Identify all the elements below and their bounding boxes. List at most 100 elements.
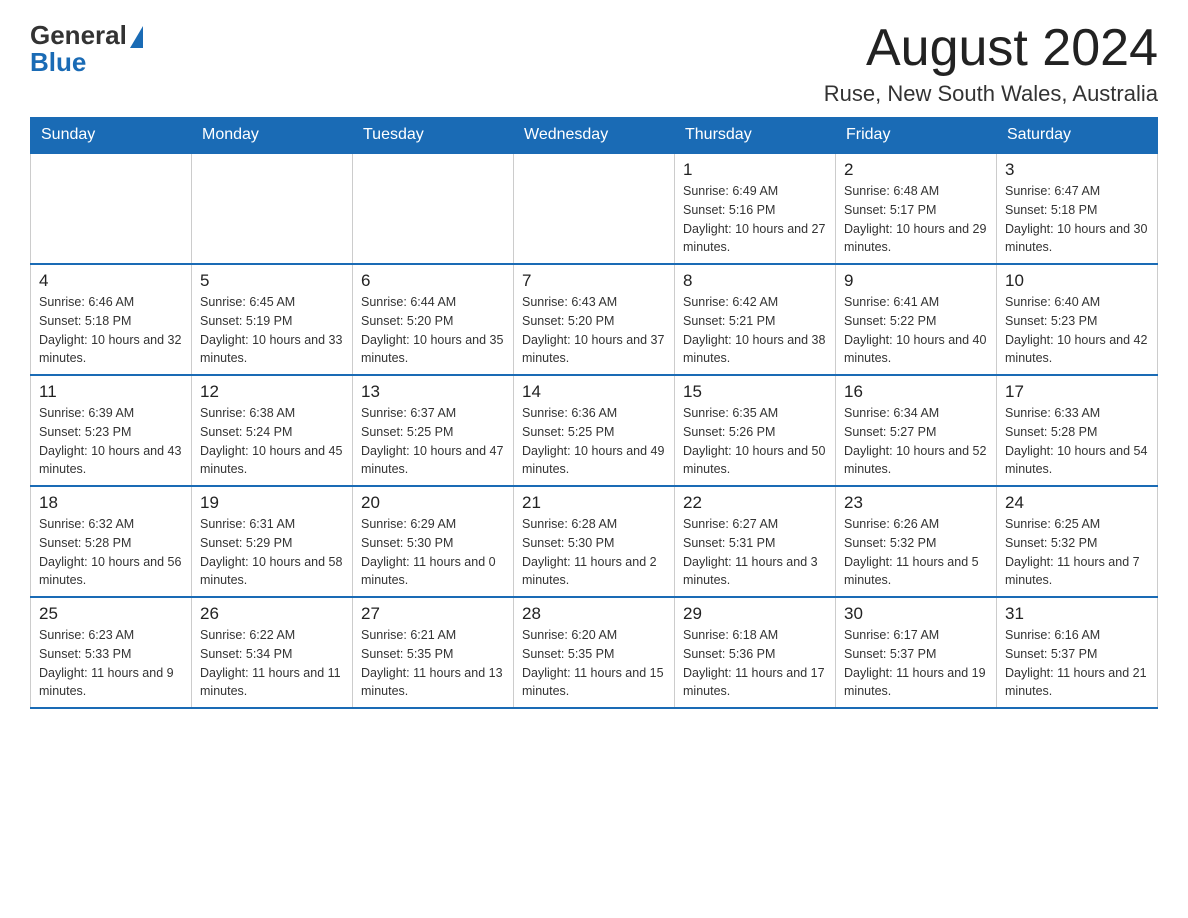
day-number: 21: [522, 493, 666, 513]
day-number: 15: [683, 382, 827, 402]
day-info: Sunrise: 6:49 AMSunset: 5:16 PMDaylight:…: [683, 182, 827, 257]
calendar-cell: 24Sunrise: 6:25 AMSunset: 5:32 PMDayligh…: [997, 486, 1158, 597]
calendar-header-row: Sunday Monday Tuesday Wednesday Thursday…: [31, 118, 1158, 154]
calendar-table: Sunday Monday Tuesday Wednesday Thursday…: [30, 117, 1158, 709]
day-number: 27: [361, 604, 505, 624]
day-info: Sunrise: 6:18 AMSunset: 5:36 PMDaylight:…: [683, 626, 827, 701]
calendar-cell: 10Sunrise: 6:40 AMSunset: 5:23 PMDayligh…: [997, 264, 1158, 375]
calendar-cell: 13Sunrise: 6:37 AMSunset: 5:25 PMDayligh…: [353, 375, 514, 486]
day-number: 20: [361, 493, 505, 513]
main-title: August 2024: [824, 20, 1158, 77]
calendar-cell: 30Sunrise: 6:17 AMSunset: 5:37 PMDayligh…: [836, 597, 997, 708]
day-number: 31: [1005, 604, 1149, 624]
day-info: Sunrise: 6:46 AMSunset: 5:18 PMDaylight:…: [39, 293, 183, 368]
day-info: Sunrise: 6:33 AMSunset: 5:28 PMDaylight:…: [1005, 404, 1149, 479]
day-info: Sunrise: 6:28 AMSunset: 5:30 PMDaylight:…: [522, 515, 666, 590]
day-number: 12: [200, 382, 344, 402]
calendar-cell: 29Sunrise: 6:18 AMSunset: 5:36 PMDayligh…: [675, 597, 836, 708]
subtitle: Ruse, New South Wales, Australia: [824, 81, 1158, 107]
day-number: 17: [1005, 382, 1149, 402]
day-number: 8: [683, 271, 827, 291]
calendar-cell: 3Sunrise: 6:47 AMSunset: 5:18 PMDaylight…: [997, 153, 1158, 264]
calendar-cell: 4Sunrise: 6:46 AMSunset: 5:18 PMDaylight…: [31, 264, 192, 375]
day-info: Sunrise: 6:16 AMSunset: 5:37 PMDaylight:…: [1005, 626, 1149, 701]
day-info: Sunrise: 6:43 AMSunset: 5:20 PMDaylight:…: [522, 293, 666, 368]
col-wednesday: Wednesday: [514, 118, 675, 154]
day-number: 7: [522, 271, 666, 291]
day-info: Sunrise: 6:47 AMSunset: 5:18 PMDaylight:…: [1005, 182, 1149, 257]
day-number: 13: [361, 382, 505, 402]
calendar-cell: 9Sunrise: 6:41 AMSunset: 5:22 PMDaylight…: [836, 264, 997, 375]
calendar-cell: 25Sunrise: 6:23 AMSunset: 5:33 PMDayligh…: [31, 597, 192, 708]
day-info: Sunrise: 6:20 AMSunset: 5:35 PMDaylight:…: [522, 626, 666, 701]
calendar-cell: [192, 153, 353, 264]
day-info: Sunrise: 6:26 AMSunset: 5:32 PMDaylight:…: [844, 515, 988, 590]
day-info: Sunrise: 6:27 AMSunset: 5:31 PMDaylight:…: [683, 515, 827, 590]
day-info: Sunrise: 6:34 AMSunset: 5:27 PMDaylight:…: [844, 404, 988, 479]
calendar-cell: 27Sunrise: 6:21 AMSunset: 5:35 PMDayligh…: [353, 597, 514, 708]
day-info: Sunrise: 6:37 AMSunset: 5:25 PMDaylight:…: [361, 404, 505, 479]
day-info: Sunrise: 6:41 AMSunset: 5:22 PMDaylight:…: [844, 293, 988, 368]
calendar-cell: 7Sunrise: 6:43 AMSunset: 5:20 PMDaylight…: [514, 264, 675, 375]
day-number: 9: [844, 271, 988, 291]
calendar-cell: 22Sunrise: 6:27 AMSunset: 5:31 PMDayligh…: [675, 486, 836, 597]
col-friday: Friday: [836, 118, 997, 154]
day-info: Sunrise: 6:42 AMSunset: 5:21 PMDaylight:…: [683, 293, 827, 368]
day-number: 6: [361, 271, 505, 291]
day-number: 29: [683, 604, 827, 624]
calendar-cell: 20Sunrise: 6:29 AMSunset: 5:30 PMDayligh…: [353, 486, 514, 597]
calendar-cell: 2Sunrise: 6:48 AMSunset: 5:17 PMDaylight…: [836, 153, 997, 264]
day-number: 1: [683, 160, 827, 180]
page-header: General Blue August 2024 Ruse, New South…: [30, 20, 1158, 107]
day-number: 18: [39, 493, 183, 513]
day-info: Sunrise: 6:39 AMSunset: 5:23 PMDaylight:…: [39, 404, 183, 479]
week-row-5: 25Sunrise: 6:23 AMSunset: 5:33 PMDayligh…: [31, 597, 1158, 708]
day-number: 10: [1005, 271, 1149, 291]
day-number: 5: [200, 271, 344, 291]
day-number: 30: [844, 604, 988, 624]
day-number: 25: [39, 604, 183, 624]
col-monday: Monday: [192, 118, 353, 154]
week-row-1: 1Sunrise: 6:49 AMSunset: 5:16 PMDaylight…: [31, 153, 1158, 264]
week-row-3: 11Sunrise: 6:39 AMSunset: 5:23 PMDayligh…: [31, 375, 1158, 486]
day-number: 3: [1005, 160, 1149, 180]
day-info: Sunrise: 6:23 AMSunset: 5:33 PMDaylight:…: [39, 626, 183, 701]
day-info: Sunrise: 6:38 AMSunset: 5:24 PMDaylight:…: [200, 404, 344, 479]
day-info: Sunrise: 6:44 AMSunset: 5:20 PMDaylight:…: [361, 293, 505, 368]
calendar-cell: 28Sunrise: 6:20 AMSunset: 5:35 PMDayligh…: [514, 597, 675, 708]
logo: General Blue: [30, 20, 143, 78]
day-info: Sunrise: 6:36 AMSunset: 5:25 PMDaylight:…: [522, 404, 666, 479]
col-tuesday: Tuesday: [353, 118, 514, 154]
week-row-2: 4Sunrise: 6:46 AMSunset: 5:18 PMDaylight…: [31, 264, 1158, 375]
day-info: Sunrise: 6:40 AMSunset: 5:23 PMDaylight:…: [1005, 293, 1149, 368]
calendar-cell: [514, 153, 675, 264]
calendar-cell: 31Sunrise: 6:16 AMSunset: 5:37 PMDayligh…: [997, 597, 1158, 708]
calendar-cell: 19Sunrise: 6:31 AMSunset: 5:29 PMDayligh…: [192, 486, 353, 597]
day-number: 16: [844, 382, 988, 402]
calendar-cell: 12Sunrise: 6:38 AMSunset: 5:24 PMDayligh…: [192, 375, 353, 486]
day-number: 19: [200, 493, 344, 513]
day-info: Sunrise: 6:45 AMSunset: 5:19 PMDaylight:…: [200, 293, 344, 368]
day-number: 14: [522, 382, 666, 402]
day-info: Sunrise: 6:35 AMSunset: 5:26 PMDaylight:…: [683, 404, 827, 479]
col-sunday: Sunday: [31, 118, 192, 154]
day-number: 11: [39, 382, 183, 402]
day-number: 22: [683, 493, 827, 513]
calendar-cell: [31, 153, 192, 264]
day-number: 28: [522, 604, 666, 624]
calendar-cell: 23Sunrise: 6:26 AMSunset: 5:32 PMDayligh…: [836, 486, 997, 597]
logo-triangle-icon: [130, 26, 143, 48]
title-block: August 2024 Ruse, New South Wales, Austr…: [824, 20, 1158, 107]
calendar-cell: 8Sunrise: 6:42 AMSunset: 5:21 PMDaylight…: [675, 264, 836, 375]
logo-blue-text: Blue: [30, 47, 86, 78]
day-info: Sunrise: 6:29 AMSunset: 5:30 PMDaylight:…: [361, 515, 505, 590]
day-number: 23: [844, 493, 988, 513]
day-info: Sunrise: 6:48 AMSunset: 5:17 PMDaylight:…: [844, 182, 988, 257]
col-thursday: Thursday: [675, 118, 836, 154]
day-info: Sunrise: 6:32 AMSunset: 5:28 PMDaylight:…: [39, 515, 183, 590]
day-number: 4: [39, 271, 183, 291]
calendar-cell: 18Sunrise: 6:32 AMSunset: 5:28 PMDayligh…: [31, 486, 192, 597]
day-number: 26: [200, 604, 344, 624]
day-info: Sunrise: 6:25 AMSunset: 5:32 PMDaylight:…: [1005, 515, 1149, 590]
calendar-cell: 26Sunrise: 6:22 AMSunset: 5:34 PMDayligh…: [192, 597, 353, 708]
